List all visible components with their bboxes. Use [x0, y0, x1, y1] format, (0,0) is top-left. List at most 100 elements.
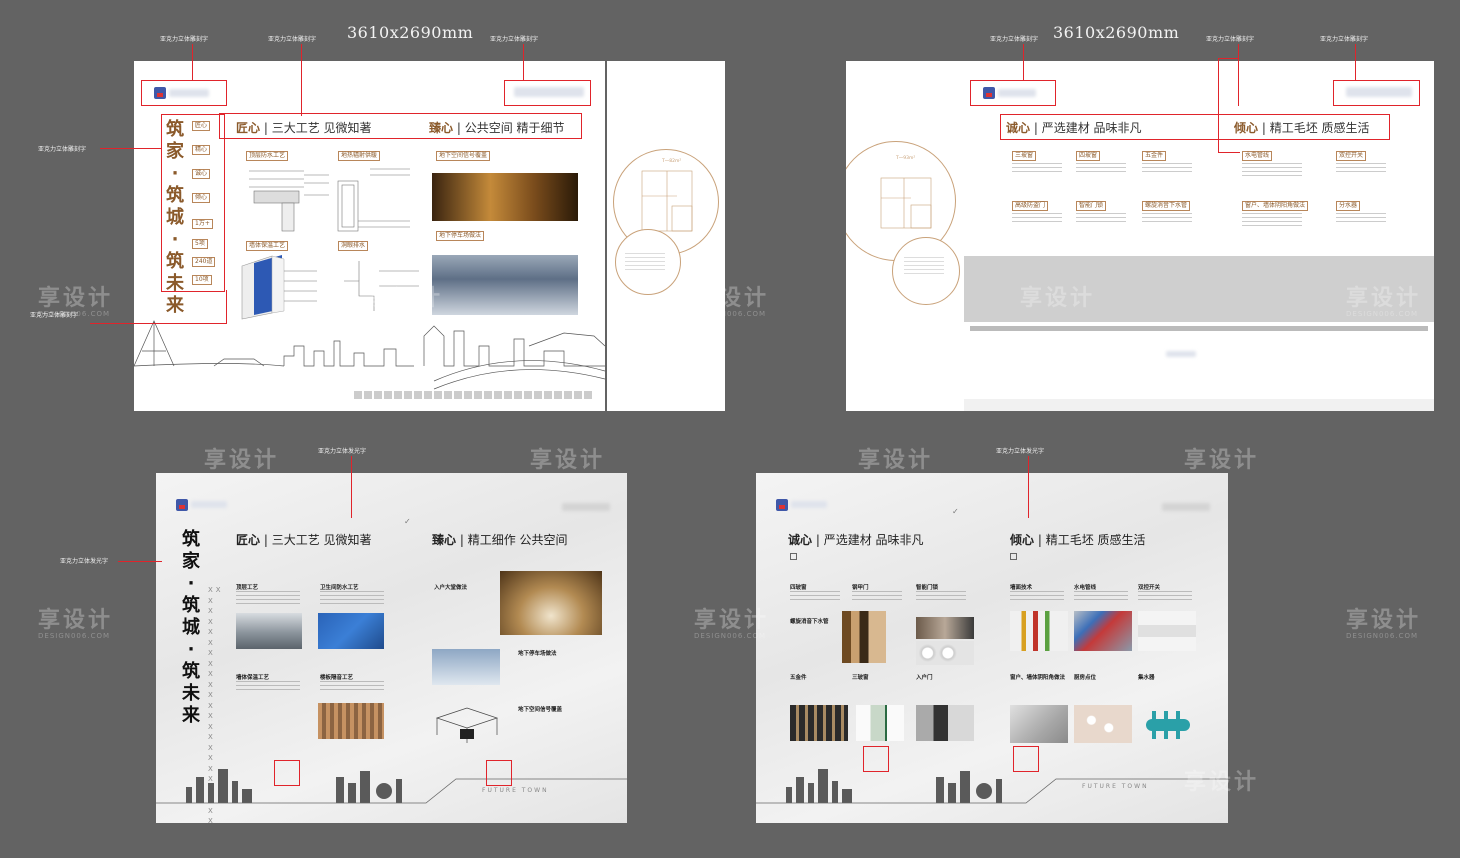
watermark: 享设计 [694, 286, 770, 311]
bird-icon: ✓ [404, 517, 411, 526]
item-desc [1012, 213, 1062, 223]
floor-heating-diagram [337, 168, 410, 232]
lower-panel [964, 399, 1434, 411]
annotation: 亚克力立体雕刻字 [268, 36, 317, 43]
roof-photo [236, 613, 302, 649]
manifold-drawing [1146, 711, 1190, 739]
item-desc [1142, 213, 1192, 223]
item-desc [320, 681, 384, 691]
item-label: 入户大堂做法 [434, 585, 468, 591]
item-label: 四玻窗 [790, 585, 807, 591]
skyline-silhouette [156, 769, 627, 804]
logo-icon [176, 499, 188, 511]
info-text [625, 253, 665, 271]
item-label: 水电管线 [1242, 151, 1273, 161]
item-desc [1336, 163, 1386, 173]
item-label: 五金件 [1142, 151, 1167, 161]
item-label: 高级防盗门 [1012, 201, 1049, 211]
item-label: 分水器 [1336, 201, 1361, 211]
marker-box [863, 746, 889, 772]
annotation: 亚克力立体雕刻字 [160, 36, 209, 43]
lobby-photo [500, 571, 602, 635]
item-desc [1242, 163, 1302, 177]
smart-lock-photo [916, 617, 974, 639]
annotation: 亚克力立体雕刻字 [1206, 36, 1255, 43]
plan-area-label: T一93m² [896, 156, 916, 161]
marker-box [486, 760, 512, 786]
logo-box [970, 80, 1056, 106]
item-label: 入户门 [916, 675, 933, 681]
board-1-side-panel: T一82m² [607, 61, 725, 411]
logo-text-blur [791, 501, 827, 508]
item-label: 三玻窗 [1012, 151, 1037, 161]
watermark: 享设计 [858, 448, 934, 473]
item-label: 楼板隔音工艺 [320, 675, 354, 681]
info-text [904, 257, 944, 277]
watermark-sub: DESIGN006.COM [38, 310, 111, 318]
right-logo-blur [562, 503, 610, 511]
annotation: 亚克力立体雕刻字 [990, 36, 1039, 43]
entry-door-photo [916, 705, 974, 741]
item-label: 顶层防水工艺 [246, 151, 289, 161]
vtitle-box [161, 114, 225, 292]
board3-header-right: 臻心 | 精工细作 公共空间 [432, 533, 568, 547]
item-desc [1242, 213, 1302, 227]
corner-photo [1010, 705, 1068, 743]
bathroom-waterproof-photo [318, 613, 384, 649]
logo-box [141, 80, 227, 106]
footer-brand: FUTURE TOWN [482, 787, 549, 794]
logo-text-blur [191, 501, 227, 508]
item-desc [1336, 213, 1386, 223]
annotation: 亚克力立体雕刻字 [38, 146, 87, 153]
logo-icon [776, 499, 788, 511]
bird-icon: ✓ [952, 507, 959, 516]
board-3: 筑家 · 筑城 · 筑未来 XX X XX XX XX XX XX XX XX X… [156, 473, 627, 823]
item-label: 地下停车场做法 [518, 651, 557, 657]
right-logo-blur [1162, 503, 1210, 511]
watermark-sub: DESIGN006.COM [1346, 632, 1419, 640]
marker-box [274, 760, 300, 786]
dimension-label: 3610x2690mm [1053, 23, 1180, 42]
watermark: 享设计 [1184, 770, 1260, 795]
item-desc [1138, 591, 1192, 601]
pipes-photo [916, 641, 974, 665]
plumbing-photo [1074, 611, 1132, 651]
annotation: 亚克力立体发光字 [60, 558, 109, 565]
footnote-text [354, 391, 594, 399]
roof-waterproof-diagram [249, 170, 329, 232]
skyline-silhouette [756, 769, 1228, 804]
item-label: 智能门锁 [1076, 201, 1107, 211]
item-desc [1012, 163, 1062, 173]
item-label: 顶层工艺 [236, 585, 259, 591]
item-label: 双控开关 [1336, 151, 1367, 161]
item-label: 智能门锁 [916, 585, 939, 591]
grey-line [970, 326, 1428, 331]
board4-header-right: 倾心 | 精工毛坯 质感生活 [1010, 533, 1146, 547]
item-square [790, 553, 797, 560]
item-label: 三玻窗 [852, 675, 869, 681]
watermark: 享设计 [38, 286, 114, 311]
item-label: 地下空间信号覆盖 [436, 151, 491, 161]
board-4: 诚心 | 严选建材 品味非凡 倾心 | 精工毛坯 质感生活 ✓ 四玻窗 钢甲门 … [756, 473, 1228, 823]
watermark: 享设计 [1346, 286, 1422, 311]
item-label: 双控开关 [1138, 585, 1161, 591]
triple-window-photo [856, 705, 904, 741]
watermark: 享设计 [38, 608, 114, 633]
kitchen-point-photo [1074, 705, 1132, 743]
item-label: 四玻窗 [1076, 151, 1101, 161]
annotation: 亚克力立体发光字 [318, 448, 367, 455]
item-label: 墙面技术 [1010, 585, 1033, 591]
floor-plan-drawing [641, 170, 693, 232]
item-desc [236, 591, 300, 605]
item-label: 厨房点位 [1074, 675, 1097, 681]
basement-signal-photo [432, 173, 578, 221]
plan-area-label: T一82m² [662, 159, 682, 164]
item-desc [236, 681, 300, 691]
footer-brand: FUTURE TOWN [1082, 783, 1149, 790]
item-label: 墙体保温工艺 [246, 241, 289, 251]
watermark: 享设计 [1184, 448, 1260, 473]
watermark: 享设计 [1020, 286, 1096, 311]
parking-photo [432, 649, 500, 685]
item-desc [1076, 163, 1126, 173]
dimension-label: 3610x2690mm [347, 23, 474, 42]
